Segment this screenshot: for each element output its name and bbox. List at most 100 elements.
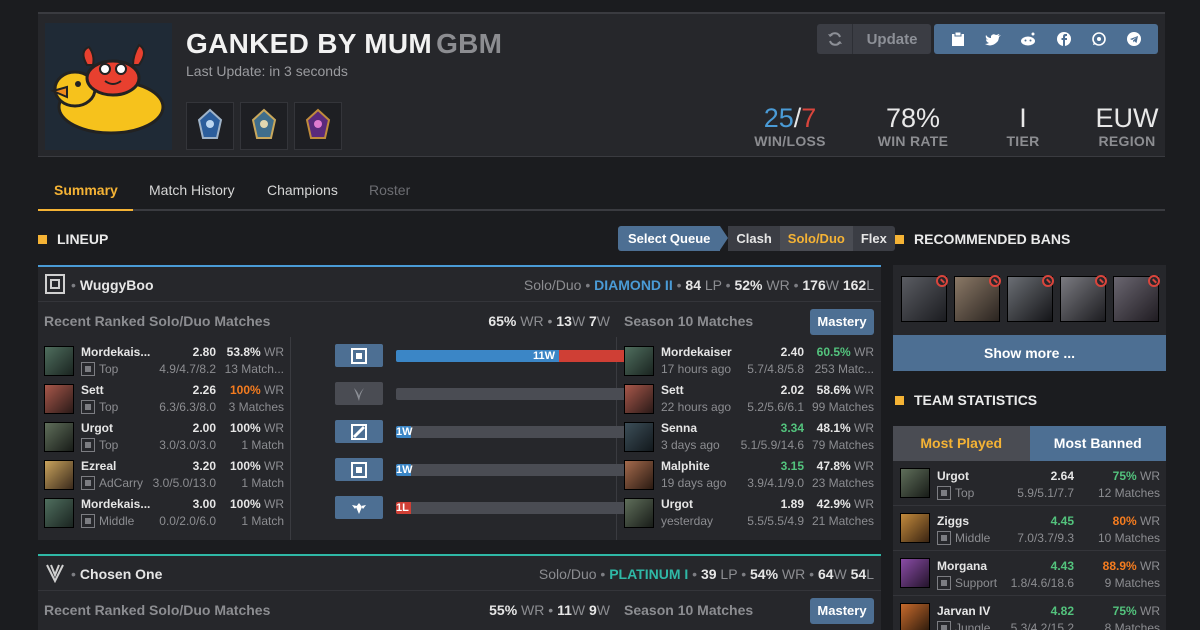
ban-champion-portrait[interactable] (1113, 275, 1160, 322)
season-champion-row[interactable]: Sett 22 hours ago 2.02 5.2/5.6/6.1 58.6% WR 9… (624, 380, 874, 418)
player-lp: 84 (685, 277, 701, 293)
season-champion-row[interactable]: Mordekaiser 17 hours ago 2.40 5.7/4.8/5.8 60… (624, 342, 874, 380)
tab-most-banned[interactable]: Most Banned (1029, 426, 1166, 461)
tab-summary[interactable]: Summary (54, 182, 118, 198)
role-label: Top (955, 486, 975, 500)
mastery-button[interactable]: Mastery (810, 598, 874, 624)
player-tier: PLATINUM I (609, 566, 689, 582)
season-champion-row[interactable]: Urgot yesterday 1.89 5.5/5.5/4.9 42.9% WR 21 … (624, 494, 874, 532)
champion-winrate: 75% WR (1113, 469, 1160, 483)
player-wr: 52% (734, 277, 763, 293)
champion-portrait (44, 498, 74, 528)
team-stat-row[interactable]: Ziggs Middle 4.45 7.0/3.7/9.3 80% WR 10 Match… (893, 506, 1166, 551)
team-stat-row[interactable]: Urgot Top 2.64 5.9/5.1/7.7 75% WR 12 Matches (893, 461, 1166, 506)
champion-winrate: 75% WR (1113, 604, 1160, 618)
top-role-icon[interactable] (335, 344, 383, 367)
recent-champion-row[interactable]: Ezreal AdCarry 3.20 3.0/5.0/13.0 100% WR 1 Ma… (44, 456, 284, 494)
player-name[interactable]: • WuggyBoo (71, 277, 154, 293)
active-tab-underline (38, 209, 133, 211)
match-count: 13 Match... (224, 362, 284, 376)
role-icon (937, 621, 951, 630)
tab-most-played[interactable]: Most Played (893, 426, 1030, 461)
team-stat-row[interactable]: Morgana Support 4.43 1.8/4.6/18.6 88.9% WR 9 … (893, 551, 1166, 596)
kda-ratio: 2.00 (192, 421, 216, 435)
match-count: 253 Matc... (814, 362, 874, 376)
queue-selector: Select Queue Clash Solo/Duo Flex (618, 226, 895, 251)
match-count: 1 Match (241, 514, 284, 528)
section-marker (895, 234, 904, 244)
twitter-icon[interactable] (982, 28, 1004, 50)
champion-role: Middle (937, 531, 990, 545)
champion-name: Ezreal (81, 459, 117, 473)
recent-wins: 11 (557, 602, 572, 618)
champion-portrait (624, 346, 654, 376)
ban-champion-portrait[interactable] (901, 275, 948, 322)
queue-option-solo-duo[interactable]: Solo/Duo (779, 226, 853, 251)
champion-name: Sett (661, 383, 684, 397)
champion-role: Top (81, 400, 118, 414)
mastery-button[interactable]: Mastery (810, 309, 874, 335)
stat-losses: 7 (801, 103, 817, 133)
role-label: Middle (955, 531, 991, 545)
season-champion-row[interactable]: Malphite 19 days ago 3.15 3.9/4.1/9.0 47.8% … (624, 456, 874, 494)
match-count: 21 Matches (811, 514, 874, 528)
reddit-icon[interactable] (1017, 28, 1039, 50)
kda-ratio: 2.40 (780, 345, 804, 359)
winrate-value: 75% (1112, 604, 1137, 618)
support-role-icon[interactable] (335, 496, 383, 519)
team-stat-row[interactable]: Jarvan IV Jungle 4.82 5.3/4.2/15.2 75% WR 8 M… (893, 596, 1166, 630)
recent-champion-row[interactable]: Mordekais... Top 2.80 4.9/4.7/8.2 53.8% WR 13… (44, 342, 284, 380)
season-champion-row[interactable]: Senna 3 days ago 3.34 5.1/5.9/14.6 48.1% WR 7… (624, 418, 874, 456)
update-label: Update (866, 30, 918, 48)
champion-name: Jarvan IV (937, 604, 991, 618)
summoner-tag: GBM (436, 28, 503, 59)
telegram-icon[interactable] (1123, 28, 1145, 50)
stat-wins: 25 (763, 103, 794, 133)
ban-icon (936, 275, 948, 287)
queue-option-flex[interactable]: Flex (852, 226, 895, 251)
queue-option-clash[interactable]: Clash (728, 226, 780, 251)
kda-ratio: 1.89 (780, 497, 804, 511)
winrate-unit: WR (260, 383, 284, 397)
ban-champion-portrait[interactable] (954, 275, 1001, 322)
stat-label: TIER (1006, 133, 1040, 149)
stat-label: REGION (1098, 133, 1156, 149)
tab-roster[interactable]: Roster (369, 182, 410, 198)
recent-champion-row[interactable]: Urgot Top 2.00 3.0/3.0/3.0 100% WR 1 Match (44, 418, 284, 456)
wins-segment: 11W (396, 350, 560, 362)
winrate-value: 47.8% (816, 459, 851, 473)
role-winloss-bar: 1W (396, 464, 648, 476)
champion-name: Mordekaiser (661, 345, 732, 359)
stat-win-rate: 78% WIN RATE (863, 103, 963, 149)
winrate-unit: WR (850, 383, 874, 397)
role-icon (937, 486, 951, 500)
champion-role: AdCarry (81, 476, 143, 490)
kda-detail: 3.9/4.1/9.0 (747, 476, 804, 490)
recent-champion-row[interactable]: Sett Top 2.26 6.3/6.3/8.0 100% WR 3 Matches (44, 380, 284, 418)
show-more-button[interactable]: Show more ... (893, 335, 1166, 371)
role-icon (81, 476, 95, 490)
clipboard-icon[interactable] (947, 28, 969, 50)
facebook-icon[interactable] (1053, 28, 1075, 50)
champion-winrate: 47.8% WR (817, 459, 874, 473)
whatsapp-icon[interactable] (1088, 28, 1110, 50)
jungle-role-icon[interactable] (335, 382, 383, 405)
champion-name: Urgot (661, 497, 693, 511)
player-name[interactable]: • Chosen One (71, 566, 162, 582)
bottom-role-icon[interactable] (335, 458, 383, 481)
ban-champion-portrait[interactable] (1060, 275, 1107, 322)
ban-champion-portrait[interactable] (1007, 275, 1054, 322)
update-button[interactable]: Update (817, 24, 931, 54)
recent-champion-row[interactable]: Mordekais... Middle 3.00 0.0/2.0/6.0 100% WR… (44, 494, 284, 532)
tab-champions[interactable]: Champions (267, 182, 338, 198)
badge-icon (240, 102, 288, 150)
champion-name: Mordekais... (81, 497, 151, 511)
champion-portrait (44, 346, 74, 376)
role-label: Top (99, 400, 119, 414)
middle-role-icon[interactable] (335, 420, 383, 443)
kda-detail: 1.8/4.6/18.6 (1010, 576, 1074, 590)
last-update: Last Update: in 3 seconds (186, 63, 348, 79)
team-statistics-panel: Most Played Most Banned Urgot Top 2.64 5.9/… (893, 426, 1166, 630)
kda-detail: 3.0/3.0/3.0 (159, 438, 216, 452)
tab-match-history[interactable]: Match History (149, 182, 235, 198)
